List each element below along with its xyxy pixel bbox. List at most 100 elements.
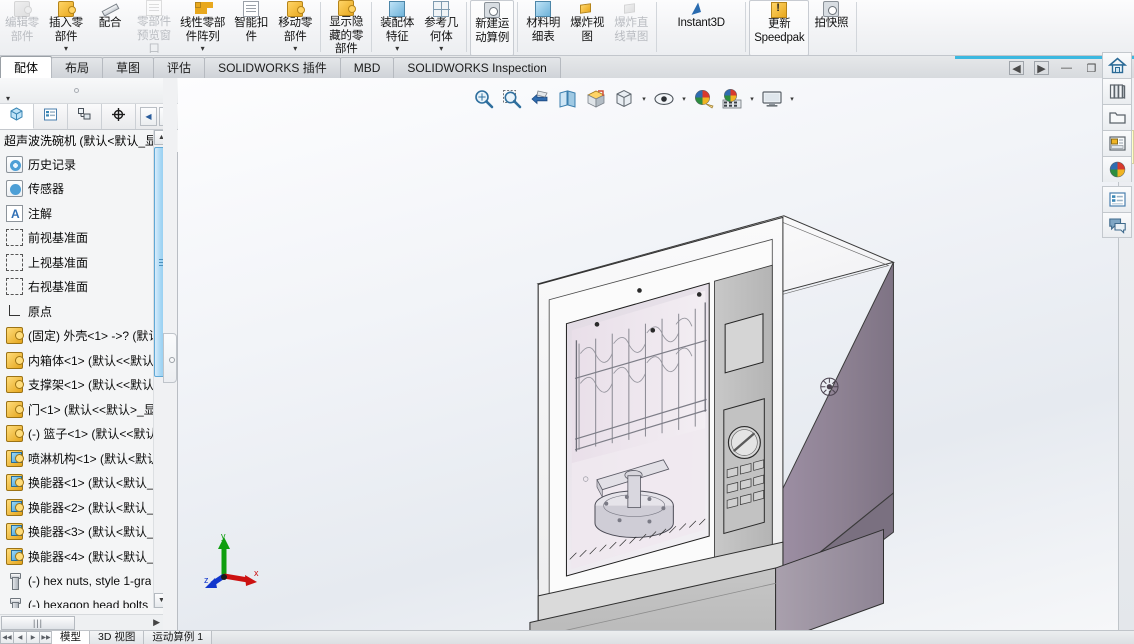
tree-node-annotations[interactable]: 注解 <box>0 201 162 226</box>
ribbon-label: 拍快照 <box>814 17 849 29</box>
file-explorer-icon[interactable] <box>1102 104 1132 130</box>
tab-solidworks-inspection[interactable]: SOLIDWORKS Inspection <box>393 57 561 78</box>
solidworks-resources-icon[interactable] <box>1102 52 1132 78</box>
ribbon-button-edit-component[interactable]: 编辑零 部件 <box>0 0 44 55</box>
prev-document-button[interactable]: ◀ <box>1009 61 1024 75</box>
ribbon-label: 编辑零 部件 <box>5 17 39 43</box>
feature-tree-tab[interactable] <box>0 104 34 129</box>
nav-first-button[interactable]: ◀◀ <box>0 631 14 644</box>
ribbon-label: 移动零 部件 <box>278 17 313 43</box>
tree-node-label: 右视基准面 <box>28 280 89 295</box>
model-ultrasonic-dishwasher[interactable] <box>178 78 1118 630</box>
part-icon <box>6 400 24 418</box>
fastener-icon <box>6 597 23 608</box>
tree-node-transducer-3[interactable]: 换能器<3> (默认<默认_ <box>0 520 162 545</box>
status-tab-model[interactable]: 模型 <box>51 631 90 644</box>
tree-root-item[interactable]: 超声波洗碗机 (默认<默认_显 <box>0 130 178 152</box>
ribbon-button-instant3d[interactable]: Instant3D <box>660 0 742 55</box>
panel-splitter[interactable] <box>163 78 177 630</box>
next-document-button[interactable]: ▶ <box>1034 61 1049 75</box>
nav-prev-button[interactable]: ◀ <box>140 107 157 126</box>
tree-node-origin[interactable]: 原点 <box>0 299 162 324</box>
appearances-scenes-decals-icon[interactable] <box>1102 156 1132 182</box>
tab-assembly[interactable]: 配体 <box>0 56 53 78</box>
design-library-icon[interactable] <box>1102 78 1132 104</box>
feature-tree-horizontal-scrollbar[interactable]: ||| ▶ <box>0 614 164 630</box>
ribbon-button-linear-component-pattern[interactable]: 线性零部 件阵列 ▾ <box>176 0 229 55</box>
tree-node-spray-mechanism[interactable]: 喷淋机构<1> (默认<默认 <box>0 446 162 471</box>
ribbon-button-assembly-features[interactable]: 装配体 特征 ▾ <box>375 0 419 55</box>
tree-node-history[interactable]: 历史记录 <box>0 152 162 177</box>
tree-node-hexagon-head-bolts[interactable]: (-) hexagon head bolts <box>0 593 162 608</box>
ribbon-button-move-component[interactable]: 移动零 部件 ▾ <box>273 0 317 55</box>
status-tab-motion-study-1[interactable]: 运动算例 1 <box>143 631 213 644</box>
sensors-icon <box>6 180 23 198</box>
ribbon-button-mate[interactable]: 配合 <box>88 0 132 55</box>
ribbon-button-component-preview-window[interactable]: 零部件 预览窗 口 <box>132 0 176 55</box>
linear-component-pattern-icon <box>194 0 211 17</box>
part-icon <box>6 327 24 345</box>
custom-properties-icon[interactable] <box>1102 186 1132 212</box>
panel-collapse-chevron-icon[interactable]: ▾ <box>6 94 10 103</box>
minimize-button[interactable]: — <box>1059 61 1074 75</box>
tab-mbd[interactable]: MBD <box>339 57 395 78</box>
property-manager-tab[interactable] <box>34 104 68 129</box>
tree-node-shell[interactable]: (固定) 外壳<1> ->? (默认 <box>0 324 162 349</box>
tree-node-front-plane[interactable]: 前视基准面 <box>0 226 162 251</box>
tree-node-top-plane[interactable]: 上视基准面 <box>0 250 162 275</box>
tree-node-support-frame[interactable]: 支撑架<1> (默认<<默认 <box>0 373 162 398</box>
instant3d-icon <box>693 0 709 17</box>
tree-node-transducer-2[interactable]: 换能器<2> (默认<默认_ <box>0 495 162 520</box>
tree-node-label: (固定) 外壳<1> ->? (默认 <box>28 329 161 344</box>
view-palette-icon[interactable] <box>1102 130 1132 156</box>
tab-sketch[interactable]: 草图 <box>102 57 155 78</box>
chevron-down-icon[interactable]: ▾ <box>64 45 68 53</box>
history-icon <box>6 155 23 173</box>
ribbon-button-show-hidden-components[interactable]: 显示隐 藏的零 部件 <box>324 0 368 55</box>
ribbon-button-update-speedpak[interactable]: 更新 Speedpak <box>749 0 810 55</box>
ribbon-button-new-motion-study[interactable]: 新建运 动算例 <box>470 0 515 55</box>
tree-node-label: 换能器<1> (默认<默认_ <box>28 476 154 491</box>
tab-solidworks-addins[interactable]: SOLIDWORKS 插件 <box>204 57 341 78</box>
chevron-down-icon[interactable]: ▾ <box>293 45 297 53</box>
solidworks-forum-icon[interactable] <box>1102 212 1132 238</box>
ribbon-button-insert-component[interactable]: 插入零 部件 ▾ <box>44 0 88 55</box>
part-icon <box>6 376 24 394</box>
ribbon-button-explode-line-sketch[interactable]: 爆炸直 线草图 <box>609 0 653 55</box>
tree-node-sensors[interactable]: 传感器 <box>0 177 162 202</box>
hscrollbar-thumb[interactable]: ||| <box>1 615 75 630</box>
chevron-down-icon[interactable]: ▾ <box>395 45 399 53</box>
ribbon-button-exploded-view[interactable]: 爆炸视 图 <box>565 0 609 55</box>
tree-node-inner-box[interactable]: 内箱体<1> (默认<<默认 <box>0 348 162 373</box>
graphics-viewport[interactable]: ▾ ▾ ▾ ▾ y x z <box>178 78 1118 630</box>
chevron-down-icon[interactable]: ▾ <box>201 45 205 53</box>
dimxpert-manager-tab[interactable] <box>102 104 136 129</box>
status-tab-3d-views[interactable]: 3D 视图 <box>89 631 145 644</box>
tree-node-transducer-4[interactable]: 换能器<4> (默认<默认_ <box>0 544 162 569</box>
nav-next-button[interactable]: ▶ <box>26 631 40 644</box>
ribbon-button-take-snapshot[interactable]: 拍快照 <box>809 0 853 55</box>
tree-node-right-plane[interactable]: 右视基准面 <box>0 275 162 300</box>
configuration-manager-tab[interactable] <box>68 104 102 129</box>
ribbon-button-bill-of-materials[interactable]: 材料明 细表 <box>521 0 565 55</box>
subassembly-icon <box>6 449 24 467</box>
splitter-grip[interactable] <box>163 333 177 383</box>
restore-button[interactable]: ❐ <box>1084 61 1099 75</box>
tab-layout[interactable]: 布局 <box>51 57 104 78</box>
tree-node-transducer-1[interactable]: 换能器<1> (默认<默认_ <box>0 471 162 496</box>
tree-node-basket[interactable]: (-) 篮子<1> (默认<<默认 <box>0 422 162 447</box>
hscroll-right-button[interactable]: ▶ <box>153 617 160 628</box>
tree-node-label: 内箱体<1> (默认<<默认 <box>28 353 155 368</box>
status-bar-filler <box>212 631 1134 644</box>
tree-node-hex-nuts[interactable]: (-) hex nuts, style 1-gra <box>0 569 162 594</box>
subassembly-icon <box>6 498 24 516</box>
ribbon-button-smart-fasteners[interactable]: 智能扣 件 <box>229 0 273 55</box>
chevron-down-icon[interactable]: ▾ <box>439 45 443 53</box>
tree-node-door[interactable]: 门<1> (默认<<默认>_显 <box>0 397 162 422</box>
plane-icon <box>6 229 23 247</box>
tab-evaluate[interactable]: 评估 <box>153 57 206 78</box>
triad-x-label: x <box>254 568 259 578</box>
ribbon-separator <box>856 2 858 52</box>
ribbon-button-reference-geometry[interactable]: 参考几 何体 ▾ <box>419 0 463 55</box>
nav-prev-button[interactable]: ◀ <box>13 631 27 644</box>
